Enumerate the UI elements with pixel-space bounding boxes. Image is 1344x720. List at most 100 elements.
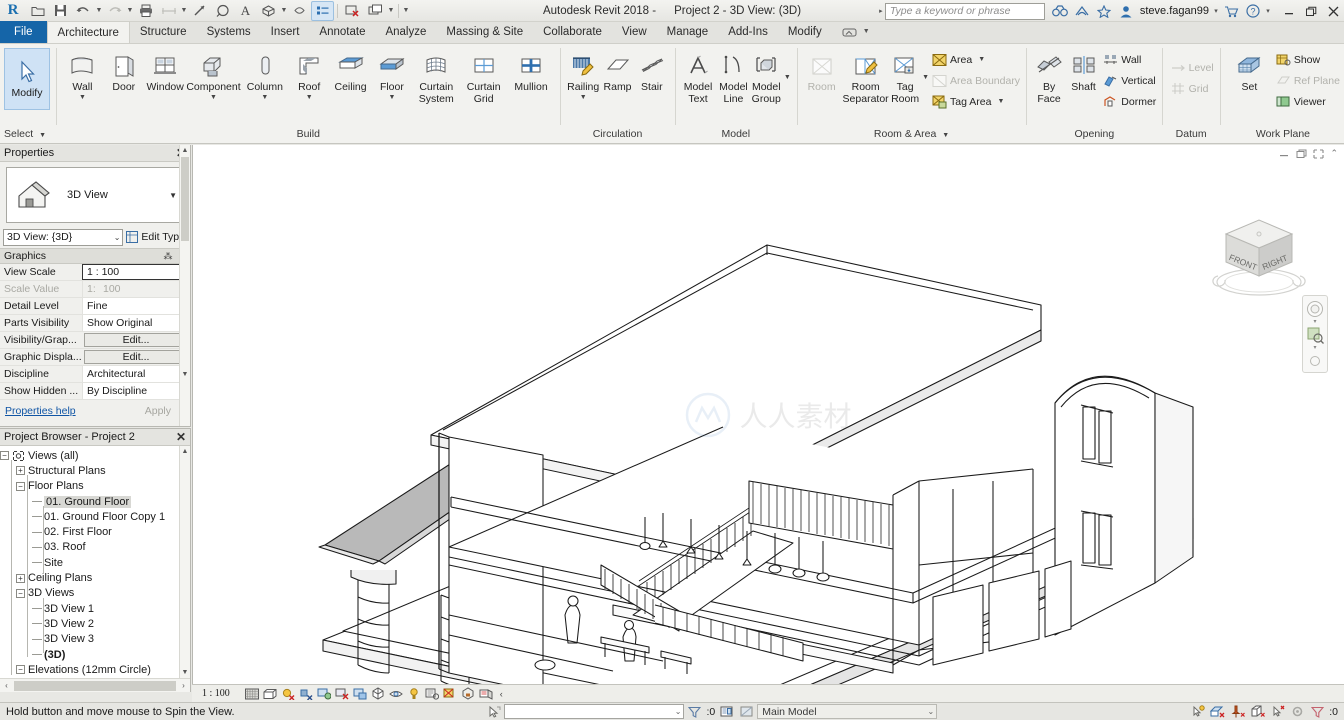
switch-windows-icon[interactable] (364, 1, 387, 21)
drag-elements-icon[interactable] (1267, 704, 1287, 720)
tab-view[interactable]: View (612, 21, 657, 43)
open-icon[interactable] (26, 1, 49, 21)
panel-select-title[interactable]: Select ▼ (4, 127, 50, 143)
tool-wall-caret-icon[interactable]: ▼ (79, 94, 86, 101)
browser-scroll-down-icon[interactable]: ▼ (180, 667, 190, 678)
property-value-detail-level[interactable]: Fine (82, 298, 190, 314)
drawing-canvas[interactable]: ⌃ FRONT RIGHT ▾ ▾ (192, 145, 1344, 684)
tag-icon[interactable] (211, 1, 234, 21)
tool-show-workplane[interactable]: Show (1274, 49, 1340, 70)
view-cube[interactable]: FRONT RIGHT (1204, 210, 1314, 305)
browser-scroll-up-icon[interactable]: ▲ (180, 446, 190, 457)
close-hidden-windows-icon[interactable] (341, 1, 364, 21)
status-filter-input[interactable]: ⌄ (504, 704, 685, 719)
customize-qat-caret-icon[interactable]: ▼ (402, 7, 410, 14)
tree-toggle-minus-icon[interactable]: − (16, 588, 25, 598)
property-value-show-hidden-lines[interactable]: By Discipline (82, 383, 190, 399)
tool-component[interactable]: Component ▼ (186, 46, 241, 101)
properties-scroll-up-icon[interactable]: ▲ (180, 145, 190, 156)
tool-curtain-system[interactable]: Curtain System (413, 46, 459, 105)
tool-curtain-grid[interactable]: Curtain Grid (460, 46, 506, 105)
tool-tag-room-caret-icon[interactable]: ▼ (922, 74, 929, 81)
tab-modify[interactable]: Modify (778, 21, 832, 43)
tool-column[interactable]: Column ▼ (242, 46, 288, 101)
switch-windows-caret-icon[interactable]: ▼ (387, 7, 395, 14)
visual-style-icon[interactable] (263, 687, 278, 701)
select-caret-icon[interactable]: ▼ (39, 132, 46, 139)
room-area-dialog-launcher-icon[interactable]: ▼ (942, 132, 949, 139)
tree-toggle-plus-icon[interactable]: + (16, 573, 25, 583)
tool-floor-caret-icon[interactable]: ▼ (388, 94, 395, 101)
filter-selection-icon[interactable] (684, 704, 704, 720)
tool-workplane-viewer[interactable]: Viewer (1274, 91, 1340, 112)
tool-shaft[interactable]: Shaft (1067, 46, 1100, 94)
tab-analyze[interactable]: Analyze (375, 21, 436, 43)
revit-logo-icon[interactable]: R (0, 3, 26, 18)
modify-button[interactable]: Modify (4, 48, 50, 110)
tool-railing-caret-icon[interactable]: ▼ (580, 94, 587, 101)
tool-column-caret-icon[interactable]: ▼ (261, 94, 268, 101)
view-scale-label[interactable]: 1 : 100 (202, 688, 230, 699)
properties-apply-button[interactable]: Apply (131, 404, 185, 418)
ribbon-display-options[interactable]: ▼ (832, 21, 880, 43)
tool-area-caret-icon[interactable]: ▼ (978, 56, 985, 63)
shadows-icon[interactable] (299, 687, 314, 701)
press-drag-icon[interactable] (484, 704, 504, 720)
measure-dropdown-caret-icon[interactable]: ▼ (180, 7, 188, 14)
tool-roof-caret-icon[interactable]: ▼ (306, 94, 313, 101)
property-value-parts-visibility[interactable]: Show Original (82, 315, 190, 331)
tool-railing[interactable]: Railing ▼ (567, 46, 600, 101)
worksharing-display-icon[interactable] (479, 687, 494, 701)
tool-by-face[interactable]: By Face (1032, 46, 1065, 105)
default-3d-view-icon[interactable] (257, 1, 280, 21)
tab-insert[interactable]: Insert (261, 21, 310, 43)
tool-mullion[interactable]: Mullion (508, 46, 554, 94)
close-window-button[interactable] (1322, 1, 1344, 21)
tool-component-caret-icon[interactable]: ▼ (210, 94, 217, 101)
tool-tag-area[interactable]: Tag Area ▼ (930, 91, 1020, 112)
property-value-view-scale[interactable]: 1 : 100 (82, 264, 190, 280)
tree-node-views-all[interactable]: − Views (all) (0, 448, 179, 463)
panel-room-area-title[interactable]: Room & Area ▼ (803, 127, 1020, 143)
properties-scrollbar[interactable]: ▲ ▼ (179, 145, 190, 426)
print-icon[interactable] (134, 1, 157, 21)
tool-tag-room[interactable]: Tag Room ▼ (891, 46, 929, 105)
properties-help-link[interactable]: Properties help (5, 405, 76, 417)
crop-view-icon[interactable] (335, 687, 350, 701)
tool-window[interactable]: Window (145, 46, 185, 94)
property-row-show-hidden-lines[interactable]: Show Hidden ... By Discipline (0, 383, 190, 400)
edit-type-button[interactable]: Edit Type (126, 231, 187, 243)
tree-node-elevations[interactable]: − Elevations (12mm Circle) (0, 662, 179, 677)
type-selector[interactable]: 3D View ▼ (6, 167, 184, 223)
tool-wall[interactable]: Wall ▼ (62, 46, 102, 101)
constraints-icon[interactable] (461, 687, 476, 701)
properties-scroll-thumb[interactable] (181, 157, 189, 241)
temporary-hide-isolate-icon[interactable] (389, 687, 404, 701)
tool-ramp[interactable]: Ramp (601, 46, 634, 94)
tool-opening-dormer[interactable]: Dormer (1101, 91, 1156, 112)
property-row-parts-visibility[interactable]: Parts Visibility Show Original (0, 315, 190, 332)
tree-toggle-minus-icon[interactable]: − (16, 665, 25, 675)
infocenter-caret-icon[interactable]: ▸ (877, 7, 885, 15)
text-icon[interactable]: A (234, 1, 257, 21)
browser-hscroll-thumb[interactable] (14, 680, 176, 691)
tab-file[interactable]: File (0, 21, 47, 43)
select-links-icon[interactable] (1187, 704, 1207, 720)
project-browser-vscrollbar[interactable]: ▲ ▼ (179, 446, 190, 678)
tab-massing-site[interactable]: Massing & Site (436, 21, 533, 43)
tool-roof[interactable]: Roof ▼ (289, 46, 329, 101)
tool-set-workplane[interactable]: Set (1226, 46, 1273, 94)
binoculars-icon[interactable] (1049, 1, 1071, 21)
user-menu-caret-icon[interactable]: ▾ (1212, 7, 1220, 15)
status-filter-caret-icon[interactable]: ⌄ (675, 707, 682, 716)
property-value-discipline[interactable]: Architectural (82, 366, 190, 382)
worksharing-icon[interactable] (1287, 704, 1307, 720)
filter-icon[interactable] (1307, 704, 1327, 720)
tree-toggle-plus-icon[interactable]: + (16, 466, 25, 476)
tool-room-separator[interactable]: Room Separator (841, 46, 890, 105)
steering-wheel-icon[interactable] (1305, 299, 1325, 319)
tab-collaborate[interactable]: Collaborate (533, 21, 612, 43)
sun-path-icon[interactable] (281, 687, 296, 701)
select-underlay-icon[interactable] (1207, 704, 1227, 720)
tree-toggle-minus-icon[interactable]: − (0, 451, 9, 461)
